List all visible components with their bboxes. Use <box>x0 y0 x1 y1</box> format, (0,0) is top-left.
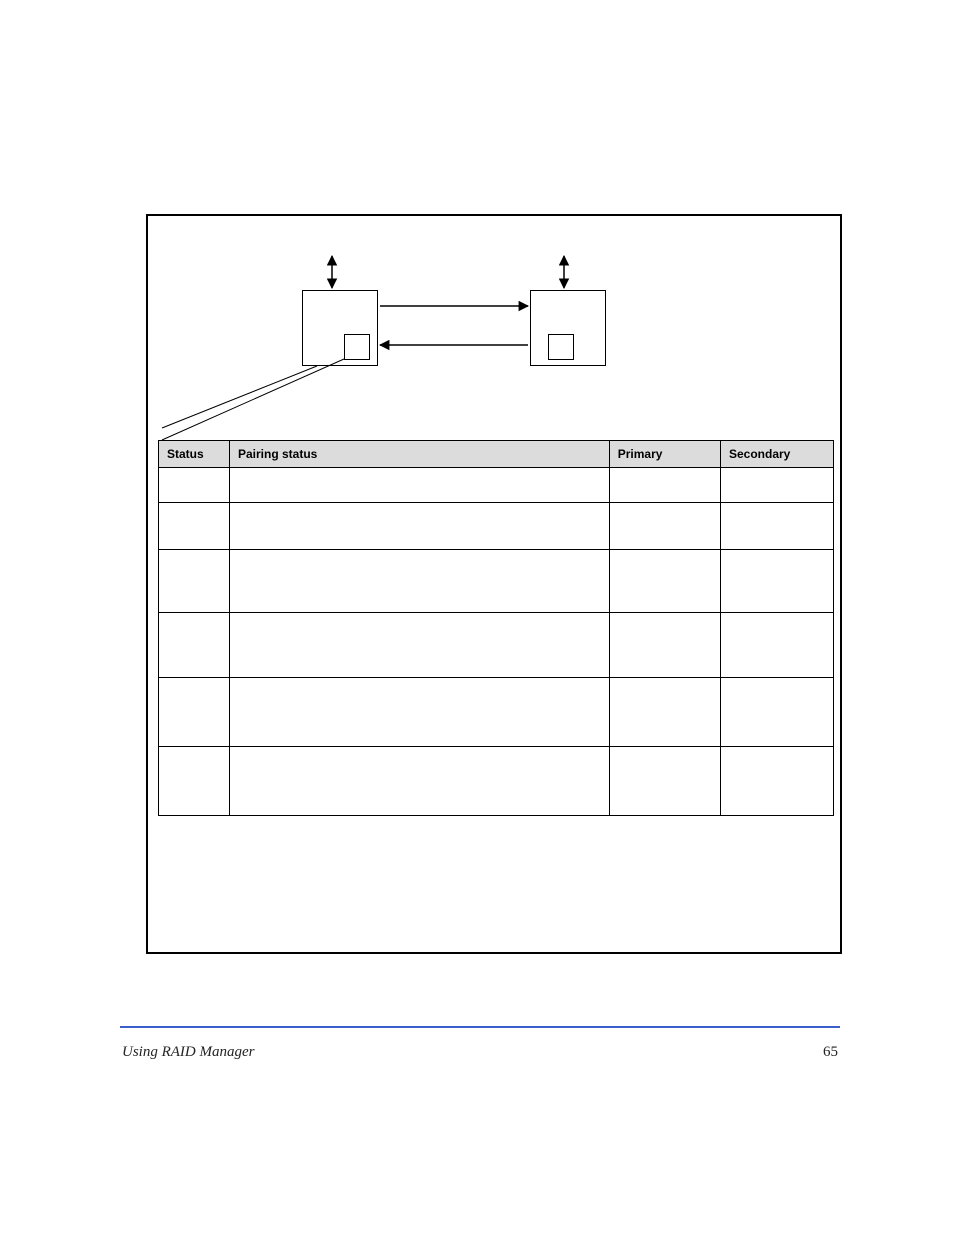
cell-secondary <box>720 747 833 816</box>
cell-secondary <box>720 550 833 613</box>
table-row <box>159 468 834 503</box>
cell-status <box>159 613 230 678</box>
table-header-row: Status Pairing status Primary Secondary <box>159 441 834 468</box>
table-row <box>159 678 834 747</box>
diagram-arrows <box>148 216 844 436</box>
cell-secondary <box>720 678 833 747</box>
diagram <box>148 216 840 436</box>
figure-frame: Status Pairing status Primary Secondary <box>146 214 842 954</box>
cell-status <box>159 550 230 613</box>
cell-primary <box>609 747 720 816</box>
cell-pairing <box>229 503 609 550</box>
cell-secondary <box>720 468 833 503</box>
table-row <box>159 550 834 613</box>
status-table: Status Pairing status Primary Secondary <box>158 440 834 816</box>
table-row <box>159 503 834 550</box>
cell-primary <box>609 613 720 678</box>
cell-pairing <box>229 468 609 503</box>
cell-pairing <box>229 550 609 613</box>
table-row <box>159 613 834 678</box>
footer-section-title: Using RAID Manager <box>122 1044 254 1061</box>
header-secondary: Secondary <box>720 441 833 468</box>
header-primary: Primary <box>609 441 720 468</box>
header-pairing-status: Pairing status <box>229 441 609 468</box>
page: Status Pairing status Primary Secondary <box>0 0 954 1235</box>
header-status: Status <box>159 441 230 468</box>
footer-page-number: 65 <box>823 1044 838 1061</box>
cell-primary <box>609 503 720 550</box>
cell-status <box>159 678 230 747</box>
cell-status <box>159 747 230 816</box>
footer-rule <box>120 1026 840 1028</box>
cell-pairing <box>229 613 609 678</box>
cell-status <box>159 503 230 550</box>
cell-pairing <box>229 747 609 816</box>
cell-pairing <box>229 678 609 747</box>
table-row <box>159 747 834 816</box>
cell-primary <box>609 468 720 503</box>
cell-primary <box>609 678 720 747</box>
cell-primary <box>609 550 720 613</box>
cell-secondary <box>720 503 833 550</box>
cell-status <box>159 468 230 503</box>
cell-secondary <box>720 613 833 678</box>
